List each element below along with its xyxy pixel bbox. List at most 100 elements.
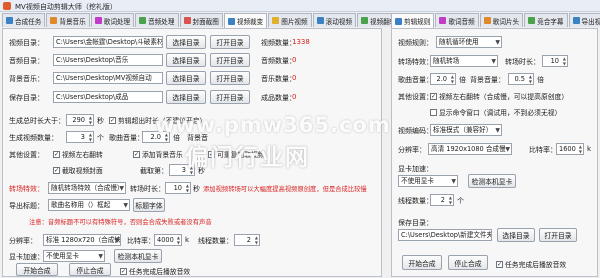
transition-select[interactable]: 随机转场特效（合成慢） ▼ — [48, 182, 126, 194]
save-dir-select-button[interactable]: 选择目录 — [166, 90, 206, 104]
rt-detect-gpu-button[interactable]: 检测本机显卡 — [468, 174, 516, 188]
gpu-select[interactable]: 不使用显卡 ▼ — [43, 250, 105, 262]
save-dir-input[interactable]: C:\Users\Desktop\成品 — [53, 91, 163, 103]
rt-done-sound-label: 任务完成后播放音效 — [505, 261, 567, 269]
watermark-text: 偏门行业网 — [185, 145, 310, 171]
add-bgm-checkbox[interactable]: ✓ 添加背景音乐 — [133, 149, 183, 159]
chevron-down-icon: ▼ — [123, 202, 128, 209]
show-cmd-note: （调试用，不到必须无视） — [479, 109, 562, 117]
audio-dir-input[interactable]: C:\Users\Desktop\音乐 — [53, 54, 163, 66]
rt-done-sound-checkbox[interactable]: ✓ 任务完成后播放音效 — [496, 259, 566, 269]
bgm-dir-input[interactable]: C:\Users\Desktop\MV视频自动 — [53, 72, 163, 84]
rt-save-dir-select-button[interactable]: 选择目录 — [497, 228, 535, 242]
capture-cover-checkbox[interactable]: ✓ 截取视频封面 — [53, 165, 103, 175]
rt-gpu-select[interactable]: 不使用显卡 ▼ — [398, 175, 458, 187]
video-dir-select-button[interactable]: 选择目录 — [166, 35, 206, 49]
spin-arrows-icon[interactable]: ▲ ▼ — [89, 115, 92, 125]
chevron-down-icon: ▼ — [98, 253, 103, 260]
rt-save-dir-open-button[interactable]: 打开目录 — [539, 228, 577, 242]
right-tab-0[interactable]: 剪辑规则 — [391, 13, 435, 28]
rt-threads-spinbox[interactable]: 2 ▲ ▼ — [430, 194, 454, 206]
bgm-dir-open-button[interactable]: 打开目录 — [210, 71, 250, 85]
export-title-value: 歌曲名称用（）框起 — [51, 201, 111, 209]
export-title-label: 导出标题： — [9, 202, 44, 210]
add-bgm-label: 添加背景音乐 — [142, 151, 183, 159]
picture-icon — [272, 17, 280, 24]
spin-arrows-icon[interactable]: ▲ ▼ — [529, 74, 532, 84]
bgm-dir-select-button[interactable]: 选择目录 — [166, 71, 206, 85]
rt-transition-select[interactable]: 随机转场 ▼ — [430, 55, 498, 67]
rt-threads-label: 线程数量： — [398, 197, 433, 205]
start-compose-button[interactable]: 开始合成 — [16, 263, 58, 276]
rt-stop-compose-button[interactable]: 停止合成 — [448, 255, 488, 270]
bgm-count-label: 音乐数量： — [261, 75, 296, 83]
chevron-down-icon: ▼ — [114, 237, 119, 244]
threads-value: 2 — [246, 236, 251, 244]
stop-compose-button[interactable]: 停止合成 — [69, 263, 111, 276]
spin-arrows-icon[interactable]: ▲ ▼ — [451, 74, 454, 84]
gen-duration-spinbox[interactable]: 290 ▲ ▼ — [66, 114, 94, 126]
rt-transition-duration-spinbox[interactable]: 10 ▲ ▼ — [542, 55, 568, 67]
rt-bg-volume-spinbox[interactable]: 0.5 ▲ ▼ — [508, 73, 534, 85]
bitrate-spinbox[interactable]: 4000 ▲ ▼ — [154, 234, 182, 246]
left-tab-0[interactable]: 合成任务 — [2, 13, 46, 27]
spin-arrows-icon[interactable]: ▲ ▼ — [255, 235, 258, 245]
video-count-label: 视频数量： — [261, 39, 296, 47]
spin-arrows-icon[interactable]: ▲ ▼ — [563, 56, 566, 66]
left-tab-2[interactable]: 歌词处理 — [90, 13, 135, 27]
done-sound-checkbox[interactable]: ✓ 任务完成后播放音效 — [120, 266, 190, 276]
spin-arrows-icon[interactable]: ▲ ▼ — [449, 195, 452, 205]
audio-dir-select-button[interactable]: 选择目录 — [166, 53, 206, 67]
video-count-value: 1338 — [292, 38, 310, 46]
show-cmd-checkbox[interactable]: 显示命令窗口 （调试用，不到必须无视） — [430, 107, 561, 117]
rt-transition-duration-value: 10 — [550, 57, 559, 65]
left-tab-6[interactable]: 图片视频 — [268, 13, 312, 27]
encode-select[interactable]: 标准模式（兼容好） ▼ — [430, 124, 502, 136]
output-count-value: 0 — [292, 93, 297, 101]
video-dir-input[interactable]: C:\Users\金帐霆\Desktop\斗破素材\ — [53, 36, 163, 48]
left-tab-7[interactable]: 滚动视频 — [312, 13, 356, 27]
right-tab-2[interactable]: 歌词片头 — [479, 13, 524, 27]
left-tab-4[interactable]: 封面截图 — [179, 13, 223, 27]
resolution-select[interactable]: 标准 1280x720（合成快 ▼ — [43, 234, 121, 246]
rt-resolution-label: 分辨率： — [398, 146, 426, 154]
spin-arrows-icon[interactable]: ▲ ▼ — [177, 235, 180, 245]
rt-song-volume-spinbox[interactable]: 2.0 ▲ ▼ — [430, 73, 456, 85]
transition-duration-spinbox[interactable]: 10 ▲ ▼ — [165, 182, 191, 194]
rt-resolution-select[interactable]: 高清 1920x1080 合成慢 ▼ — [428, 143, 512, 155]
rt-bitrate-unit: k — [587, 145, 592, 153]
export-title-select[interactable]: 歌曲名称用（）框起 ▼ — [48, 199, 130, 211]
rt-flip-video-checkbox[interactable]: ✓ 视频左右翻转 （合成慢，可以提高原创度） — [430, 91, 568, 101]
right-tab-bar: 剪辑规则 歌词音频 歌词片头 竞合字幕 导出视 — [391, 13, 600, 28]
spin-arrows-icon[interactable]: ▲ ▼ — [186, 183, 189, 193]
capture-cover-label: 截取视频封面 — [62, 167, 103, 175]
rt-start-compose-button[interactable]: 开始合成 — [402, 255, 442, 270]
spin-arrows-icon[interactable]: ▲ ▼ — [579, 144, 582, 154]
rt-gpu-value: 不使用显卡 — [401, 177, 434, 185]
right-panel: 视频规则： 随机循环使用 ▼ 转场特效： 随机转场 ▼ 转场时长： 10 ▲ ▼ 歌曲音… — [391, 28, 598, 277]
right-tab-4[interactable]: 导出视 — [568, 13, 600, 27]
title-font-button[interactable]: 标题字体 — [133, 198, 165, 212]
gen-count-value: 3 — [80, 133, 85, 141]
video-dir-open-button[interactable]: 打开目录 — [210, 35, 250, 49]
checkbox-icon: ✓ — [496, 260, 503, 268]
audio-dir-open-button[interactable]: 打开目录 — [210, 53, 250, 67]
threads-spinbox[interactable]: 2 ▲ ▼ — [234, 234, 260, 246]
detect-gpu-button[interactable]: 检测本机显卡 — [114, 249, 162, 263]
save-dir-open-button[interactable]: 打开目录 — [210, 90, 250, 104]
video-rule-select[interactable]: 随机循环使用 ▼ — [436, 36, 502, 48]
transition-note: 添加视频转场可以大幅度提高视频原创度，但是合成比较慢 — [203, 186, 367, 193]
right-tab-3[interactable]: 竞合字幕 — [524, 13, 568, 27]
left-tab-3[interactable]: 音频处理 — [135, 13, 179, 27]
show-cmd-label: 显示命令窗口 — [439, 109, 480, 117]
rt-song-volume-label: 歌曲音量： — [398, 76, 433, 84]
flip-video-checkbox[interactable]: ✓ 视频左右翻转 — [53, 149, 103, 159]
left-tab-5[interactable]: 视频裁变 — [223, 13, 268, 28]
rt-bitrate-spinbox[interactable]: 1600 ▲ ▼ — [556, 143, 584, 155]
spin-arrows-icon[interactable]: ▲ ▼ — [89, 132, 92, 142]
left-tab-1[interactable]: 背景音乐 — [46, 13, 90, 27]
right-tab-1[interactable]: 歌词音频 — [435, 13, 479, 27]
rt-save-dir-input[interactable]: C:\Users\Desktop\新建文件夹（2 — [398, 229, 492, 241]
audio-count-value: 0 — [292, 56, 297, 64]
gen-count-spinbox[interactable]: 3 ▲ ▼ — [66, 131, 94, 143]
